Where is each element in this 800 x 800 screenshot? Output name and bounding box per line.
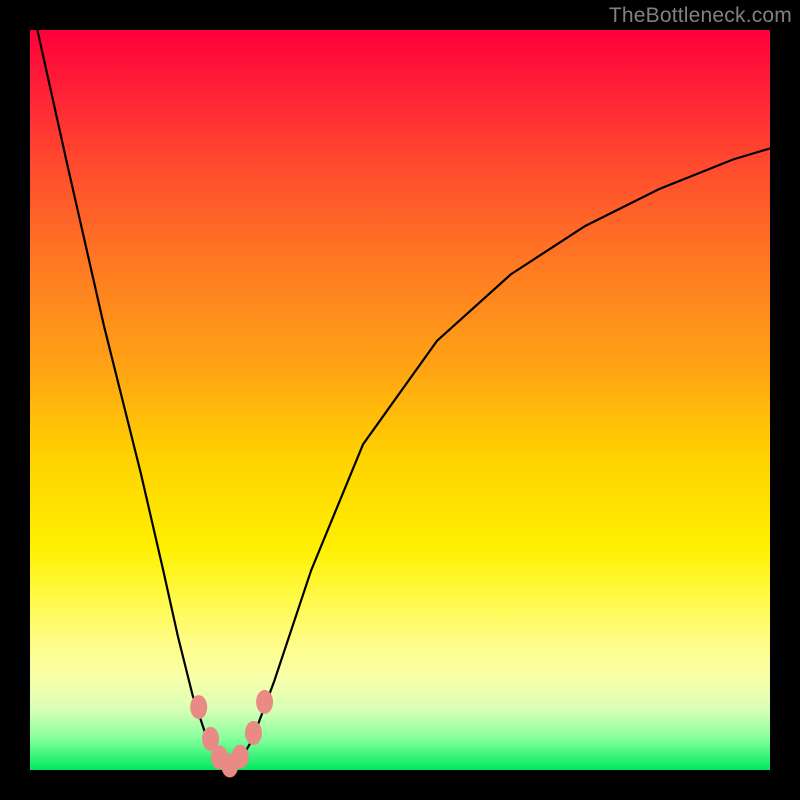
curve-marker xyxy=(190,695,207,719)
plot-area xyxy=(30,30,770,770)
curve-marker xyxy=(232,745,249,769)
curve-marker xyxy=(245,721,262,745)
chart-frame: TheBottleneck.com xyxy=(0,0,800,800)
curve-svg xyxy=(30,30,770,770)
watermark-text: TheBottleneck.com xyxy=(609,4,792,28)
curve-markers xyxy=(190,690,273,778)
curve-marker xyxy=(256,690,273,714)
bottleneck-curve xyxy=(37,30,770,766)
